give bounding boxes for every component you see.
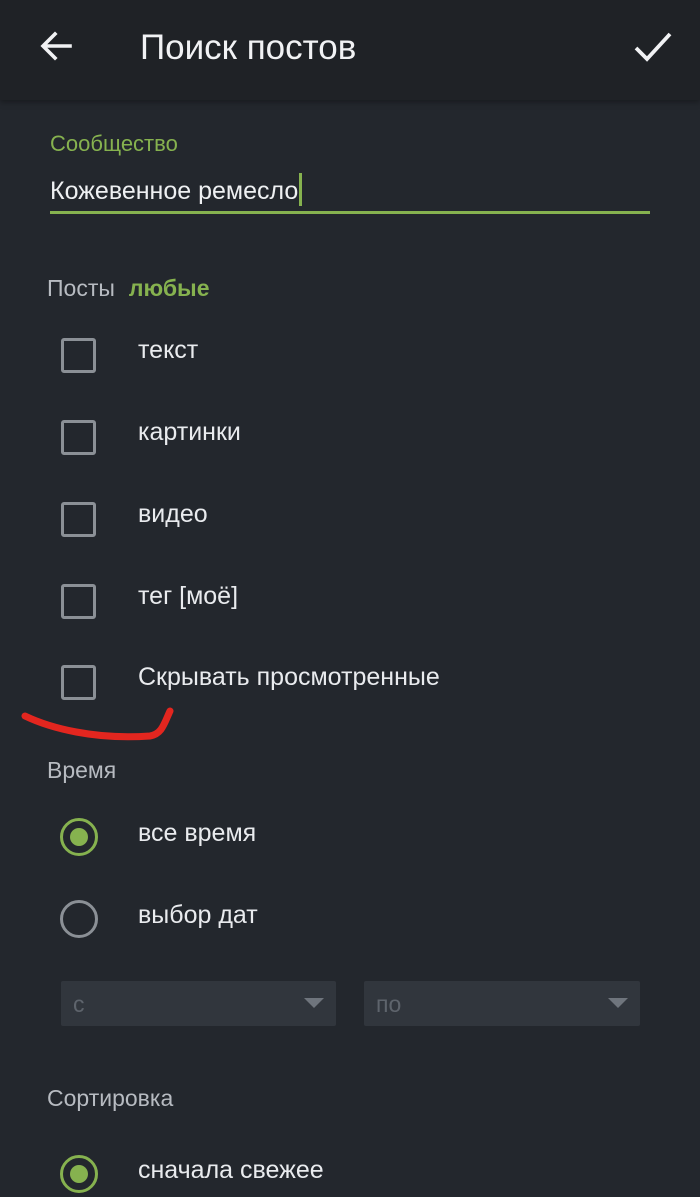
date-to-select[interactable]: по (364, 981, 640, 1026)
red-underline-annotation (21, 707, 174, 741)
dropdown-arrow-icon (304, 998, 324, 1008)
radio-date-range[interactable]: выбор дат (60, 898, 660, 942)
radio-selected-icon[interactable] (60, 818, 98, 856)
radio-selected-icon[interactable] (60, 1155, 98, 1193)
radio-label: сначала свежее (138, 1156, 324, 1184)
radio-all-time[interactable]: все время (60, 816, 660, 860)
radio-newest-first[interactable]: сначала свежее (60, 1153, 660, 1197)
time-section-label: Время (47, 757, 117, 783)
radio-icon[interactable] (60, 900, 98, 938)
sort-section-label: Сортировка (47, 1085, 174, 1111)
date-to-placeholder: по (376, 991, 402, 1017)
date-from-select[interactable]: с (61, 981, 336, 1026)
radio-label: все время (138, 819, 257, 847)
date-from-placeholder: с (73, 991, 85, 1017)
dropdown-arrow-icon (608, 998, 628, 1008)
radio-label: выбор дат (138, 901, 258, 929)
